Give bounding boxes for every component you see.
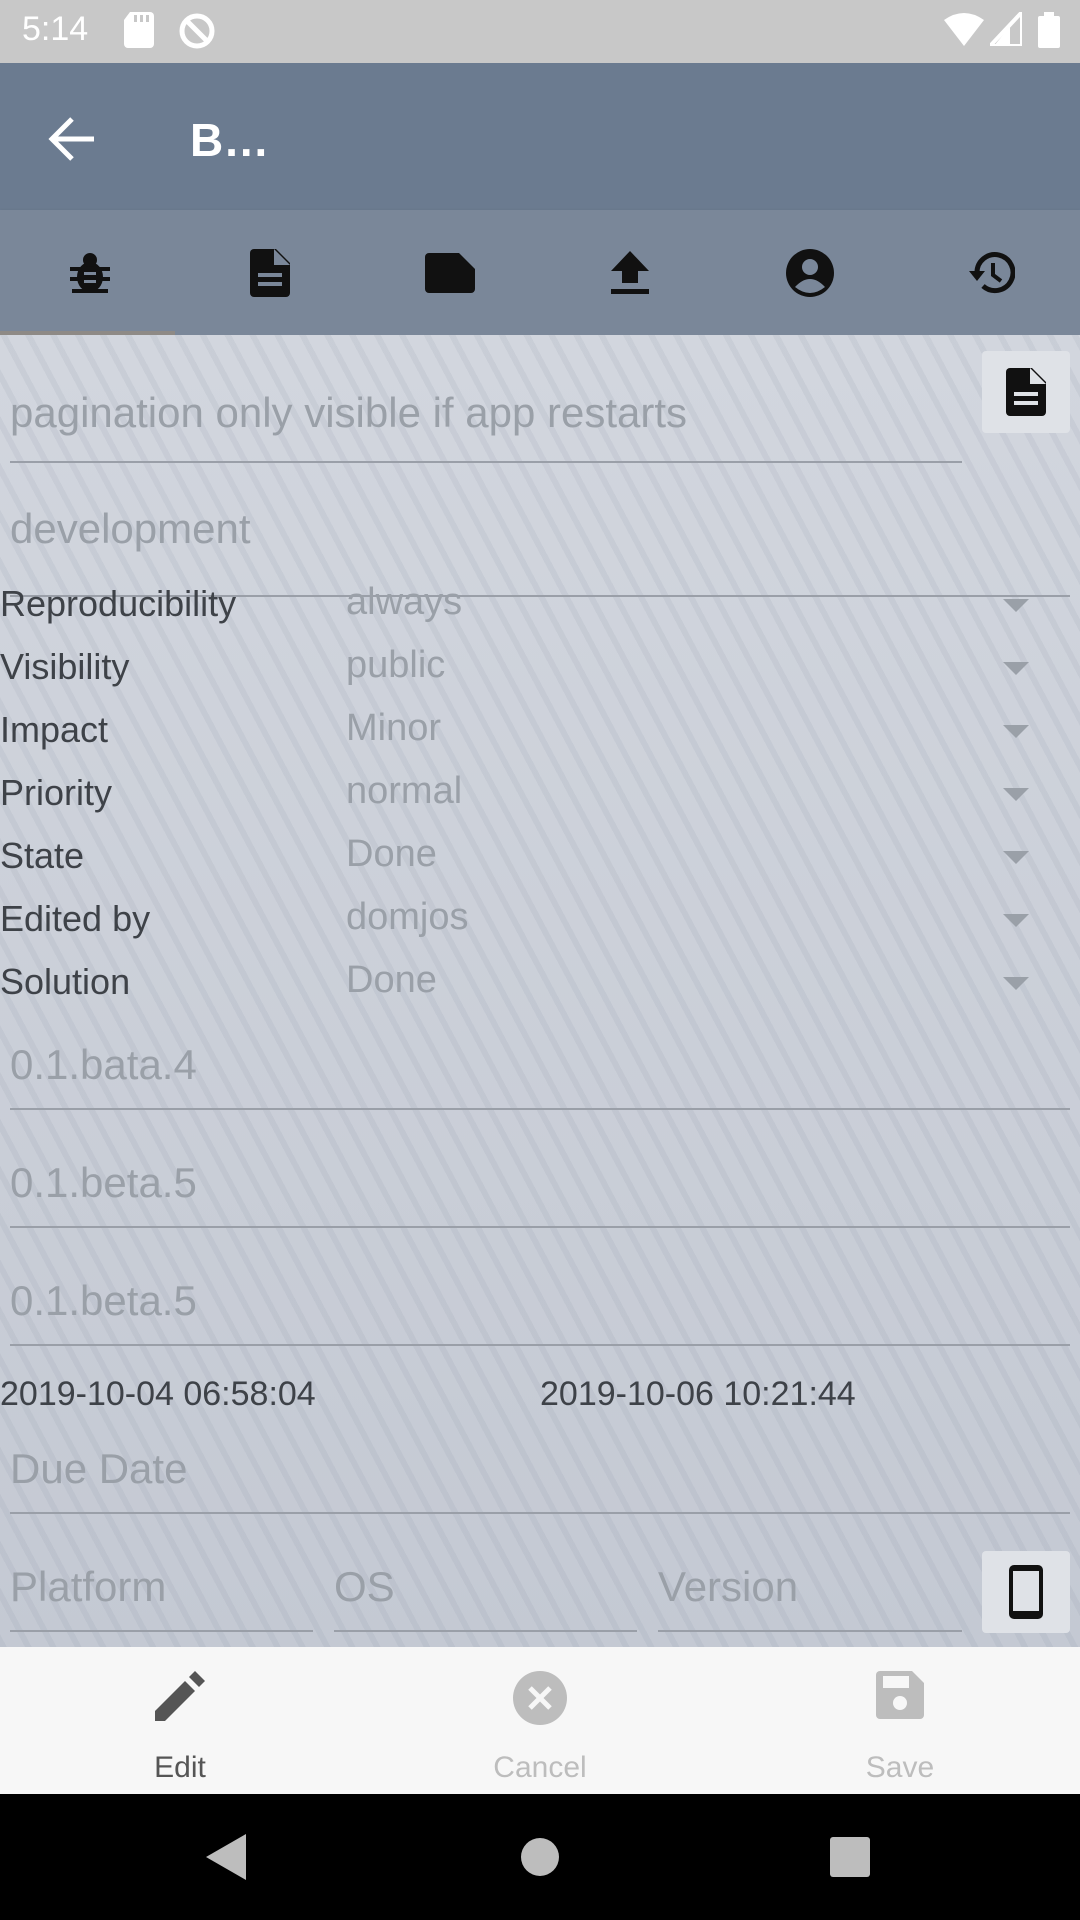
- summary-description-button[interactable]: [982, 351, 1070, 433]
- save-icon: [876, 1671, 924, 1719]
- issue-form: pagination only visible if app restarts …: [0, 335, 1080, 1647]
- document-icon: [1006, 368, 1046, 416]
- target-version-field[interactable]: 0.1.beta.5: [10, 1261, 1070, 1346]
- save-button[interactable]: Save: [720, 1647, 1080, 1794]
- property-row[interactable]: Visibility public: [0, 640, 1080, 703]
- bug-icon: [70, 252, 110, 293]
- smartphone-icon: [1009, 1565, 1043, 1619]
- property-label: Edited by: [0, 898, 151, 939]
- square-recents-icon: [830, 1837, 870, 1877]
- page-title: B…: [190, 114, 270, 166]
- nav-home-button[interactable]: [512, 1829, 568, 1885]
- dropdown-arrow-icon: [1003, 851, 1029, 864]
- sync-disabled-icon: [178, 12, 216, 55]
- version-found-field[interactable]: 0.1.bata.4: [10, 1025, 1070, 1110]
- dropdown-arrow-icon: [1003, 725, 1029, 738]
- tab-issue[interactable]: [0, 210, 180, 335]
- created-date: 2019-10-04 06:58:04: [0, 1375, 316, 1413]
- back-button[interactable]: [40, 107, 104, 171]
- tab-tags[interactable]: [360, 210, 540, 335]
- arrow-back-icon: [48, 117, 94, 161]
- status-bar: 5:14: [0, 0, 1080, 63]
- account-circle-icon: [786, 248, 834, 297]
- summary-field[interactable]: pagination only visible if app restarts: [10, 365, 962, 463]
- tab-history[interactable]: [900, 210, 1080, 335]
- property-label: Impact: [0, 709, 109, 750]
- version-fixed-field[interactable]: 0.1.beta.5: [10, 1143, 1070, 1228]
- tab-attachments[interactable]: [540, 210, 720, 335]
- action-bar: Edit Cancel Save: [0, 1647, 1080, 1794]
- dropdown-arrow-icon: [1003, 914, 1029, 927]
- property-value: Minor: [346, 707, 442, 749]
- cancel-label: Cancel: [493, 1751, 587, 1784]
- tab-bar: [0, 210, 1080, 335]
- status-time: 5:14: [22, 10, 89, 48]
- property-label: Solution: [0, 961, 131, 1002]
- label-icon: [425, 252, 475, 293]
- property-row[interactable]: Priority normal: [0, 766, 1080, 829]
- circle-home-icon: [521, 1838, 559, 1876]
- property-value: always: [346, 581, 463, 623]
- property-value: public: [346, 644, 446, 686]
- property-value: domjos: [346, 896, 469, 938]
- wifi-icon: [944, 12, 984, 51]
- pencil-icon: [155, 1671, 205, 1721]
- upload-icon: [611, 250, 649, 294]
- tab-users[interactable]: [720, 210, 900, 335]
- history-icon: [969, 251, 1015, 293]
- triangle-back-icon: [206, 1834, 246, 1880]
- property-row[interactable]: Solution Done: [0, 955, 1080, 1018]
- app-bar: B…: [0, 63, 1080, 210]
- due-date-field[interactable]: Due Date: [10, 1429, 1070, 1514]
- property-label: Visibility: [0, 646, 130, 687]
- property-label: Reproducibility: [0, 583, 237, 624]
- edit-label: Edit: [154, 1751, 206, 1784]
- cancel-button[interactable]: Cancel: [360, 1647, 720, 1794]
- property-row[interactable]: Edited by domjos: [0, 892, 1080, 955]
- cancel-icon: [513, 1671, 567, 1725]
- property-row[interactable]: State Done: [0, 829, 1080, 892]
- updated-date: 2019-10-06 10:21:44: [540, 1375, 856, 1413]
- document-icon: [250, 248, 290, 297]
- tab-notes[interactable]: [180, 210, 360, 335]
- profile-select-button[interactable]: [982, 1551, 1070, 1633]
- save-label: Save: [865, 1751, 935, 1784]
- battery-icon: [1038, 12, 1060, 53]
- dropdown-arrow-icon: [1003, 599, 1029, 612]
- property-row[interactable]: Reproducibility always: [0, 577, 1080, 640]
- property-value: Done: [346, 959, 437, 1001]
- dropdown-arrow-icon: [1003, 788, 1029, 801]
- dropdown-arrow-icon: [1003, 977, 1029, 990]
- property-label: Priority: [0, 772, 113, 813]
- property-value: normal: [346, 770, 463, 812]
- nav-recents-button[interactable]: [822, 1829, 878, 1885]
- property-row[interactable]: Impact Minor: [0, 703, 1080, 766]
- sd-card-icon: [124, 12, 154, 53]
- nav-back-button[interactable]: [198, 1829, 254, 1885]
- os-field[interactable]: OS: [334, 1547, 637, 1632]
- dropdown-arrow-icon: [1003, 662, 1029, 675]
- platform-field[interactable]: Platform: [10, 1547, 313, 1632]
- signal-icon: [985, 6, 1024, 51]
- version-field[interactable]: Version: [658, 1547, 962, 1632]
- property-value: Done: [346, 833, 437, 875]
- system-nav-bar: [0, 1794, 1080, 1920]
- property-label: State: [0, 835, 85, 876]
- edit-button[interactable]: Edit: [0, 1647, 360, 1794]
